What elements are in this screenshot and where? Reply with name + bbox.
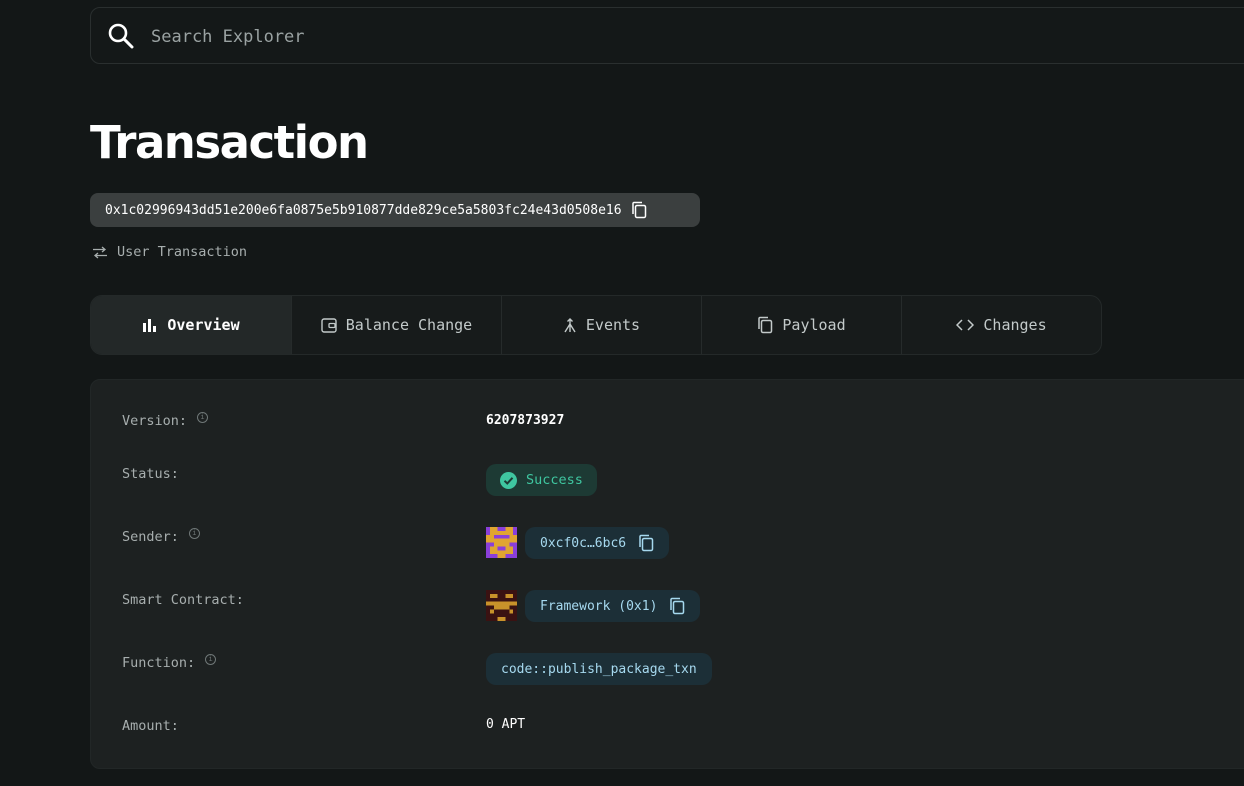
sender-address[interactable]: 0xcf0c…6bc6	[525, 527, 670, 559]
tab-changes[interactable]: Changes	[902, 296, 1101, 354]
tab-payload[interactable]: Payload	[702, 296, 902, 354]
info-icon[interactable]: i	[197, 411, 209, 423]
status-label: Status:	[122, 466, 179, 482]
bar-chart-icon	[143, 319, 157, 332]
copy-icon[interactable]	[669, 597, 685, 615]
tab-overview[interactable]: Overview	[91, 296, 292, 354]
version-label: Version: i	[122, 411, 209, 429]
version-value: 6207873927	[486, 413, 565, 428]
sender-label: Sender: i	[122, 527, 200, 545]
copy-icon	[758, 316, 773, 334]
merge-icon	[564, 317, 576, 332]
check-circle-icon	[500, 471, 517, 489]
page-title: Transaction	[90, 116, 369, 169]
info-icon[interactable]: i	[205, 653, 217, 665]
tab-events[interactable]: Events	[502, 296, 702, 354]
smart-contract-label: Smart Contract:	[122, 592, 244, 608]
status-badge: Success	[486, 464, 597, 496]
transaction-type-label: User Transaction	[117, 244, 248, 260]
info-icon[interactable]: i	[188, 527, 200, 539]
tab-balance-change[interactable]: Balance Change	[292, 296, 502, 354]
amount-value: 0 APT	[486, 717, 526, 732]
function-label: Function: i	[122, 653, 217, 671]
transaction-type: User Transaction	[92, 244, 247, 260]
wallet-icon	[321, 317, 337, 333]
search-input[interactable]	[149, 20, 853, 54]
overview-card: Version: i 6207873927 Status: Success Se…	[90, 379, 1244, 769]
copy-icon[interactable]	[631, 201, 647, 219]
transaction-hash-text: 0x1c02996943dd51e200e6fa0875e5b910877dde…	[105, 202, 622, 218]
swap-arrows-icon	[93, 246, 107, 258]
smart-contract-address[interactable]: Framework (0x1)	[525, 590, 701, 622]
sender-avatar	[486, 527, 517, 558]
search-icon	[108, 23, 134, 49]
transaction-hash: 0x1c02996943dd51e200e6fa0875e5b910877dde…	[90, 193, 700, 227]
amount-label: Amount:	[122, 718, 179, 734]
contract-avatar	[486, 590, 517, 621]
search-bar[interactable]	[90, 7, 1244, 64]
copy-icon[interactable]	[638, 534, 654, 552]
tab-bar: Overview Balance Change Events Payload C…	[90, 295, 1102, 355]
function-name[interactable]: code::publish_package_txn	[486, 653, 712, 685]
code-icon	[956, 319, 975, 331]
